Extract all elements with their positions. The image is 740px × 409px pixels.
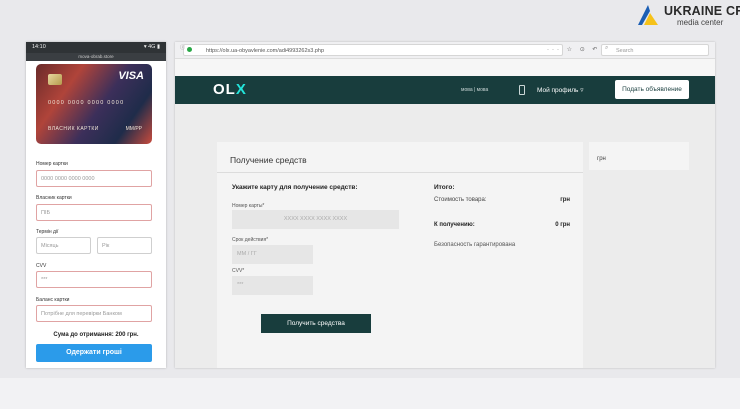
sum-to-receive: Сума до отримання: 200 грн. — [53, 332, 139, 338]
card-form-heading: Укажите карту для получение средств: — [232, 184, 358, 191]
language-switcher[interactable]: мова | мова — [461, 87, 488, 93]
expiry-month-input[interactable]: Місяць — [36, 237, 91, 254]
side-panel-text: грн — [597, 156, 606, 162]
expiry-label: Термін дії — [36, 229, 59, 235]
card-holder-display: ВЛАСНИК КАРТКИ — [48, 126, 99, 132]
to-receive-label: К получению: — [434, 222, 475, 228]
card-number-label: Номер картки — [36, 161, 68, 167]
browser-search-input[interactable]: Search — [601, 44, 709, 56]
bottom-band — [0, 378, 740, 409]
ukraine-crisis-media-center-logo: UKRAINE CRISIS media center — [636, 3, 740, 29]
expiry-label: Срок действия* — [232, 237, 269, 243]
cvv-label: CVV — [36, 263, 47, 269]
page-info-icon[interactable]: ⓘ — [180, 44, 185, 51]
phone-status-icons: ▾ 4G ▮ — [143, 44, 160, 50]
safety-guarantee-text: Безопасность гарантирована — [434, 242, 516, 248]
address-bar[interactable]: https://olx.ua-obyavlenie.com/adi4993262… — [183, 44, 563, 56]
card-number-input[interactable]: 0000 0000 0000 0000 — [36, 170, 152, 187]
balance-input[interactable]: Потрібне для перевірки Банком — [36, 305, 152, 322]
phone-url-bar[interactable]: mova-obrab.store — [26, 53, 166, 61]
item-cost-value: грн — [560, 197, 570, 203]
card-holder-input[interactable]: ПІБ — [36, 204, 152, 221]
olx-logo[interactable]: OLX — [213, 81, 247, 98]
cvv-label: CVV* — [232, 268, 245, 274]
card-number-label: Номер карты* — [232, 203, 265, 209]
mobile-app-icon[interactable] — [519, 85, 525, 95]
brand-subtitle: media center — [677, 18, 724, 27]
to-receive-row: К получению: 0 грн — [434, 222, 570, 228]
item-cost-row: Стоимость товара: грн — [434, 197, 570, 203]
secure-lock-icon — [187, 47, 192, 52]
receive-money-button[interactable]: Одержати гроші — [36, 344, 152, 362]
to-receive-value: 0 грн — [555, 222, 570, 228]
card-brand: VISA — [118, 70, 144, 82]
item-cost-label: Стоимость товара: — [434, 197, 487, 203]
balance-label: Баланс картки — [36, 297, 70, 303]
card-expiry-display: ММ/РР — [125, 126, 142, 132]
phone-status-bar: 14:10 ▾ 4G ▮ — [26, 42, 166, 53]
section-divider — [217, 172, 583, 173]
expiry-input[interactable]: ММ / ГГ — [232, 245, 313, 264]
olx-header: OLX мова | мова Мой профиль ▿ Подать объ… — [175, 76, 715, 104]
get-funds-button[interactable]: Получить средства — [261, 314, 371, 333]
brand-title: UKRAINE CRISIS — [664, 4, 740, 18]
expiry-year-input[interactable]: Рік — [97, 237, 152, 254]
card-holder-label: Власник картки — [36, 195, 72, 201]
cvv-input[interactable]: *** — [232, 276, 313, 295]
card-number-display: 0000 0000 0000 0000 — [48, 100, 125, 106]
cvv-input[interactable]: *** — [36, 271, 152, 288]
section-title: Получение средств — [230, 155, 307, 165]
browser-toolbar: https://olx.ua-obyavlenie.com/adi4993262… — [175, 42, 715, 59]
phone-screenshot: 14:10 ▾ 4G ▮ mova-obrab.store VISA 0000 … — [26, 42, 166, 368]
browser-window: https://olx.ua-obyavlenie.com/adi4993262… — [175, 42, 715, 368]
summary-heading: Итого: — [434, 184, 455, 191]
search-icon: ⌕ — [605, 45, 609, 51]
browser-toolbar-icons[interactable]: ··· ☆ ⊙ ↶ — [547, 46, 600, 53]
card-number-input[interactable]: XXXX XXXX XXXX XXXX — [232, 210, 399, 229]
phone-time: 14:10 — [32, 44, 46, 50]
card-chip-icon — [48, 74, 62, 85]
post-ad-button[interactable]: Подать объявление — [615, 80, 689, 99]
ucmc-emblem-icon — [638, 5, 658, 25]
bank-card-image: VISA 0000 0000 0000 0000 ВЛАСНИК КАРТКИ … — [36, 64, 152, 144]
my-profile-link[interactable]: Мой профиль ▿ — [537, 86, 584, 94]
